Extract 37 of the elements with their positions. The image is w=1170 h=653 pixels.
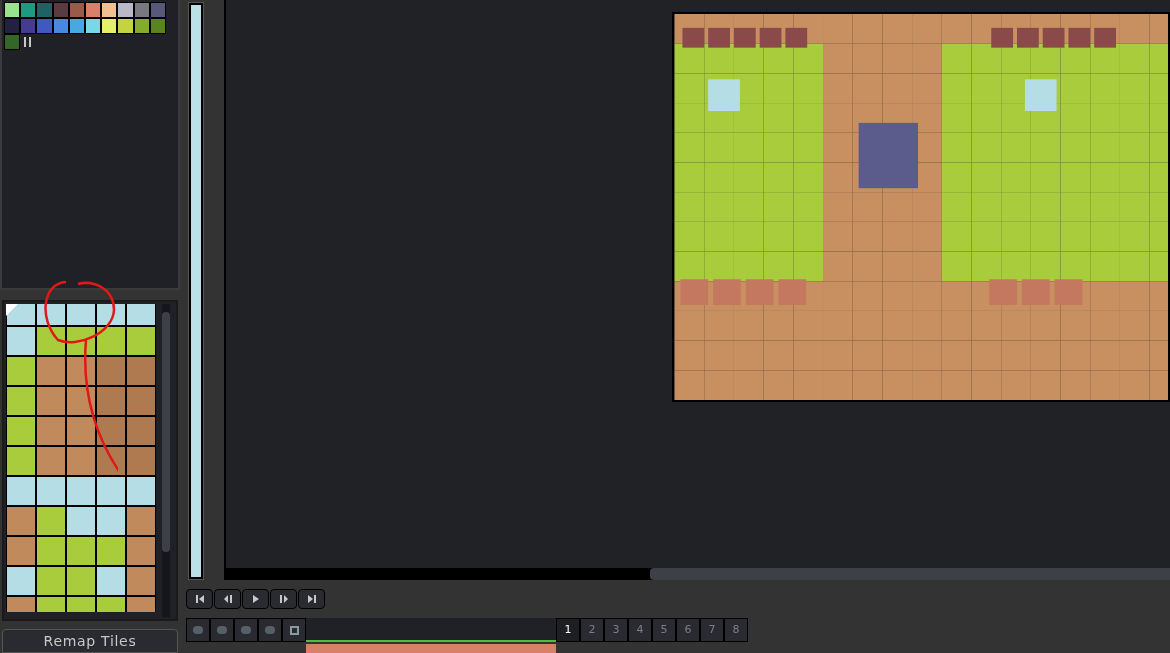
palette-swatch[interactable]: [117, 2, 134, 18]
remap-tiles-button[interactable]: Remap Tiles: [2, 629, 178, 653]
frame-number[interactable]: 1: [556, 618, 580, 642]
next-frame-button[interactable]: [270, 589, 297, 609]
palette-swatch[interactable]: [117, 18, 134, 34]
palette-swatch[interactable]: [4, 2, 21, 18]
palette-swatch[interactable]: [101, 2, 118, 18]
horizontal-scrollbar[interactable]: [226, 568, 1170, 580]
frame-number[interactable]: 3: [604, 618, 628, 642]
play-button[interactable]: [242, 589, 269, 609]
first-frame-button[interactable]: [186, 589, 213, 609]
step-back-icon: [222, 594, 233, 604]
palette-swatch[interactable]: [20, 18, 37, 34]
play-icon: [251, 594, 260, 604]
frame-number[interactable]: 4: [628, 618, 652, 642]
palette-swatch[interactable]: [4, 18, 21, 34]
frame-number[interactable]: 6: [676, 618, 700, 642]
scrollbar[interactable]: [188, 2, 204, 580]
frame-number[interactable]: 8: [724, 618, 748, 642]
skip-forward-icon: [306, 594, 317, 604]
palette-swatch[interactable]: [85, 18, 102, 34]
frame-number[interactable]: 7: [700, 618, 724, 642]
square-icon[interactable]: [282, 618, 306, 642]
pause-icon: [24, 37, 33, 47]
frame-number[interactable]: 5: [652, 618, 676, 642]
palette-swatch[interactable]: [36, 18, 53, 34]
palette-swatch[interactable]: [36, 2, 53, 18]
palette-swatch[interactable]: [20, 2, 37, 18]
previous-frame-button[interactable]: [214, 589, 241, 609]
palette-swatch[interactable]: [4, 34, 21, 50]
frame-number[interactable]: 2: [580, 618, 604, 642]
palette-swatch[interactable]: [85, 2, 102, 18]
skip-back-icon: [194, 594, 205, 604]
palette-swatch[interactable]: [101, 18, 118, 34]
last-frame-button[interactable]: [298, 589, 325, 609]
step-forward-icon: [278, 594, 289, 604]
scrollbar[interactable]: [162, 303, 170, 618]
